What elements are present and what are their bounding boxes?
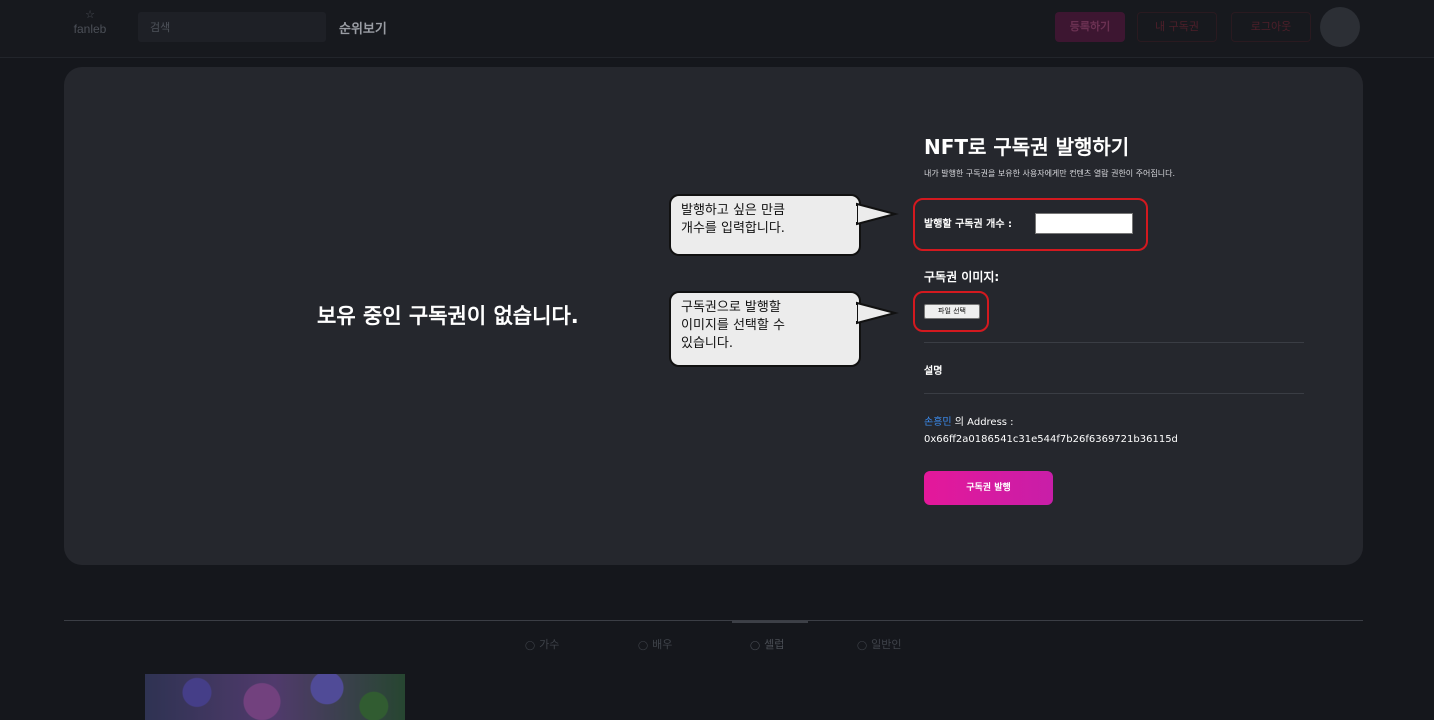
tab-radio-icon: ◯ (750, 641, 761, 651)
logo-text: fanleb (73, 22, 107, 36)
owner-name-link[interactable]: 손흥민 (924, 417, 952, 428)
tab-general[interactable]: ◯ 일반인 (857, 636, 901, 652)
callout-line: 있습니다. (681, 336, 733, 351)
tab-label: 배우 (652, 638, 673, 651)
image-label: 구독권 이미지: (924, 270, 1000, 284)
callout-pointer (853, 301, 899, 325)
callout-line: 구독권으로 발행할 (681, 300, 781, 315)
tab-actor[interactable]: ◯ 배우 (638, 636, 672, 652)
register-button[interactable]: 등록하기 (1055, 12, 1125, 42)
address-suffix: 의 Address : (954, 417, 1014, 428)
callout-pointer (853, 202, 899, 226)
tabs-divider (64, 620, 1363, 621)
user-avatar[interactable] (1320, 7, 1360, 47)
divider (924, 342, 1304, 343)
my-subscriptions-button[interactable]: 내 구독권 (1137, 12, 1217, 42)
empty-subscriptions-message: 보유 중인 구독권이 없습니다. (317, 304, 579, 328)
fanleb-logo[interactable]: ☆ fanleb (70, 9, 110, 45)
issue-subscription-modal: 보유 중인 구독권이 없습니다. NFT로 구독권 발행하기 내가 발행한 구독… (64, 67, 1363, 565)
active-tab-indicator (732, 621, 808, 623)
tab-label: 일반인 (871, 638, 902, 651)
callout-count-hint: 발행하고 싶은 만큼 개수를 입력합니다. (669, 194, 861, 256)
tab-label: 셀럽 (764, 638, 785, 651)
top-navigation-bar: ☆ fanleb 순위보기 등록하기 내 구독권 로그아웃 (0, 0, 1434, 58)
tab-radio-icon: ◯ (857, 641, 868, 651)
issue-subscription-button[interactable]: 구독권 발행 (924, 471, 1053, 505)
divider (924, 393, 1304, 394)
content-thumbnail[interactable] (145, 674, 405, 720)
search-input[interactable] (138, 12, 326, 42)
count-label: 발행할 구독권 개수 : (924, 219, 1013, 230)
tab-singer[interactable]: ◯ 가수 (525, 636, 559, 652)
callout-image-hint: 구독권으로 발행할 이미지를 선택할 수 있습니다. (669, 291, 861, 367)
callout-line: 개수를 입력합니다. (681, 221, 785, 236)
wallet-address: 0x66ff2a0186541c31e544f7b26f6369721b3611… (924, 434, 1178, 445)
callout-line: 이미지를 선택할 수 (681, 318, 785, 333)
form-title: NFT로 구독권 발행하기 (924, 135, 1130, 159)
tab-radio-icon: ◯ (638, 641, 649, 651)
logout-button[interactable]: 로그아웃 (1231, 12, 1311, 42)
logo-icon: ☆ (85, 8, 95, 21)
address-line: 손흥민 의 Address : (924, 413, 1014, 428)
form-subtitle: 내가 발행한 구독권을 보유한 사용자에게만 컨텐츠 열람 권한이 주어집니다. (924, 169, 1176, 178)
tab-celeb[interactable]: ◯ 셀럽 (750, 636, 784, 652)
description-label: 설명 (924, 366, 943, 377)
choose-file-button[interactable]: 파일 선택 (924, 304, 980, 319)
callout-line: 발행하고 싶은 만큼 (681, 203, 785, 218)
count-input[interactable] (1035, 213, 1133, 234)
tab-label: 가수 (539, 638, 560, 651)
tab-radio-icon: ◯ (525, 641, 536, 651)
rank-view-link[interactable]: 순위보기 (339, 18, 387, 37)
